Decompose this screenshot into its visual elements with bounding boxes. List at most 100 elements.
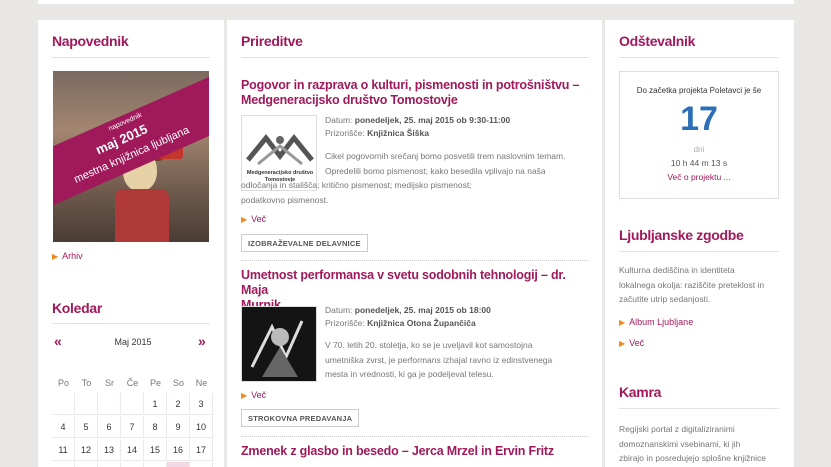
event-description-cont: odločanja in stališča; kritično pismenos… bbox=[241, 178, 591, 207]
event-description: V 70. letih 20. stoletja, ko se je uvelj… bbox=[325, 338, 595, 382]
venue-label: Prizorišče: bbox=[325, 318, 365, 328]
calendar-day[interactable]: 7 bbox=[121, 416, 144, 438]
calendar-next-button[interactable]: » bbox=[198, 333, 206, 349]
calendar-day[interactable]: 23 bbox=[167, 462, 190, 467]
event-title[interactable]: Zmenek z glasbo in besedo – Jerca Mrzel … bbox=[241, 444, 591, 459]
weekday: Pe bbox=[149, 378, 161, 388]
weekday: Sr bbox=[105, 378, 114, 388]
description-line: podatkovno pismenost. bbox=[241, 194, 329, 205]
event-title[interactable]: Pogovor in razprava o kulturi, pismenost… bbox=[241, 78, 591, 108]
calendar-week-row: 123 bbox=[52, 393, 213, 416]
kamra-description: Regijski portal z digitaliziranimi domoz… bbox=[619, 422, 784, 466]
event-venue: Prizorišče: Knjižnica Šiška bbox=[325, 127, 510, 140]
calendar-month: Maj 2015 bbox=[114, 337, 152, 347]
events-title: Prireditve bbox=[241, 33, 303, 49]
zgodbe-description: Kulturna dediščina in identiteta lokalne… bbox=[619, 263, 784, 307]
weekday: Po bbox=[57, 378, 69, 388]
countdown-days: 17 bbox=[680, 100, 718, 138]
event-description: Cikel pogovornih srečanj bomo posvetili … bbox=[325, 149, 595, 178]
event-separator bbox=[241, 436, 589, 437]
calendar-day[interactable]: 18 bbox=[52, 462, 75, 467]
arrow-right-icon: ▶ bbox=[619, 339, 626, 348]
divider bbox=[241, 57, 589, 58]
calendar-prev-button[interactable]: « bbox=[54, 333, 62, 349]
event-thumbnail[interactable] bbox=[241, 306, 317, 382]
description-line: Cikel pogovornih srečanj bomo posvetili … bbox=[325, 151, 566, 161]
top-bar bbox=[38, 0, 794, 4]
calendar-day[interactable]: 2 bbox=[167, 393, 190, 415]
calendar-empty-cell bbox=[75, 393, 98, 415]
description-line: V 70. letih 20. stoletja, ko se je uvelj… bbox=[325, 340, 533, 350]
arrow-right-icon: ▶ bbox=[241, 215, 248, 224]
date-label: Datum: bbox=[325, 305, 353, 315]
divider bbox=[619, 408, 779, 409]
weekday: Ne bbox=[195, 378, 208, 388]
event-category-tag[interactable]: IZOBRAŽEVALNE DELAVNICE bbox=[241, 234, 368, 252]
calendar-day[interactable]: 6 bbox=[98, 416, 121, 438]
text-line: Kulturna dediščina in identiteta bbox=[619, 265, 735, 275]
description-line: Opredelili bomo pismenost; kako besedila… bbox=[325, 165, 546, 176]
calendar-day[interactable]: 4 bbox=[52, 416, 75, 438]
event-more-link[interactable]: ▶ Več bbox=[241, 390, 266, 400]
venue-value: Knjižnica Otona Župančiča bbox=[367, 318, 476, 328]
napovednik-title: Napovednik bbox=[52, 33, 129, 49]
text-line: zbirajo in posredujejo splošne knjižnice bbox=[619, 453, 766, 463]
calendar-day[interactable]: 24 bbox=[190, 462, 213, 467]
left-sidebar: Napovednik napovednik maj 2015 mestna kn… bbox=[38, 20, 224, 467]
event-date: Datum: ponedeljek, 25. maj 2015 ob 9:30-… bbox=[325, 114, 510, 127]
calendar-day[interactable]: 11 bbox=[52, 439, 75, 461]
event-title-line: Pogovor in razprava o kulturi, pismenost… bbox=[241, 78, 580, 92]
countdown-unit: dni bbox=[693, 145, 705, 154]
calendar-day[interactable]: 16 bbox=[167, 439, 190, 461]
event-date: Datum: ponedeljek, 25. maj 2015 ob 18:00 bbox=[325, 304, 491, 317]
archive-link[interactable]: ▶ Arhiv bbox=[52, 251, 83, 261]
countdown-intro: Do začetka projekta Poletavci je še bbox=[636, 86, 762, 95]
countdown-title: Odštevalnik bbox=[619, 33, 696, 49]
calendar-week-row: 4 5 6 7 8 9 10 bbox=[52, 416, 213, 439]
calendar-day[interactable]: 13 bbox=[98, 439, 121, 461]
calendar-day[interactable]: 12 bbox=[75, 439, 98, 461]
countdown-box: Do začetka projekta Poletavci je še 17 d… bbox=[619, 71, 779, 199]
calendar-day[interactable]: 19 bbox=[75, 462, 98, 467]
calendar-day[interactable]: 9 bbox=[167, 416, 190, 438]
more-label: Več bbox=[251, 390, 267, 400]
arrow-right-icon: ▶ bbox=[241, 391, 248, 400]
project-more-link[interactable]: Več o projektu ... bbox=[620, 172, 778, 182]
calendar-day[interactable]: 17 bbox=[190, 439, 213, 461]
calendar-week-row: 11 12 13 14 15 16 17 bbox=[52, 439, 213, 462]
link-label: Več bbox=[629, 338, 645, 348]
event-more-link[interactable]: ▶ Več bbox=[241, 214, 266, 224]
calendar-day[interactable]: 1 bbox=[144, 393, 167, 415]
calendar-day[interactable]: 21 bbox=[121, 462, 144, 467]
event-category-tag[interactable]: STROKOVNA PREDAVANJA bbox=[241, 409, 360, 427]
weekday: So bbox=[172, 378, 184, 388]
divider bbox=[619, 57, 779, 58]
date-value: ponedeljek, 25. maj 2015 ob 18:00 bbox=[354, 305, 491, 315]
calendar-day[interactable]: 14 bbox=[121, 439, 144, 461]
zgodbe-more-link[interactable]: ▶ Več bbox=[619, 338, 644, 348]
calendar-day[interactable]: 10 bbox=[190, 416, 213, 438]
calendar-day[interactable]: 8 bbox=[144, 416, 167, 438]
calendar-day[interactable]: 3 bbox=[190, 393, 213, 415]
calendar-empty-cell bbox=[121, 393, 144, 415]
calendar-day[interactable]: 15 bbox=[144, 439, 167, 461]
text-line: začutite utrip sedanjosti. bbox=[619, 294, 711, 304]
performance-photo-icon bbox=[242, 307, 316, 381]
calendar-day[interactable]: 22 bbox=[144, 462, 167, 467]
calendar-empty-cell bbox=[98, 393, 121, 415]
description-line: odločanja in stališča; kritično pismenos… bbox=[241, 180, 472, 190]
calendar-day[interactable]: 5 bbox=[75, 416, 98, 438]
event-title-line: Zmenek z glasbo in besedo – Jerca Mrzel … bbox=[241, 444, 554, 458]
napovednik-promo-image[interactable]: napovednik maj 2015 mestna knjižnica lju… bbox=[53, 71, 209, 242]
event-separator bbox=[241, 260, 589, 261]
kamra-title: Kamra bbox=[619, 384, 662, 400]
calendar-empty-cell bbox=[52, 393, 75, 415]
venue-label: Prizorišče: bbox=[325, 128, 365, 138]
calendar-day[interactable]: 20 bbox=[98, 462, 121, 467]
divider bbox=[619, 251, 779, 252]
arrow-right-icon: ▶ bbox=[52, 252, 59, 261]
album-ljubljane-link[interactable]: ▶ Album Ljubljane bbox=[619, 317, 693, 327]
calendar-week-row: 18192021222324 bbox=[52, 462, 213, 467]
arrow-right-icon: ▶ bbox=[619, 318, 626, 327]
weekday: Če bbox=[126, 378, 139, 388]
